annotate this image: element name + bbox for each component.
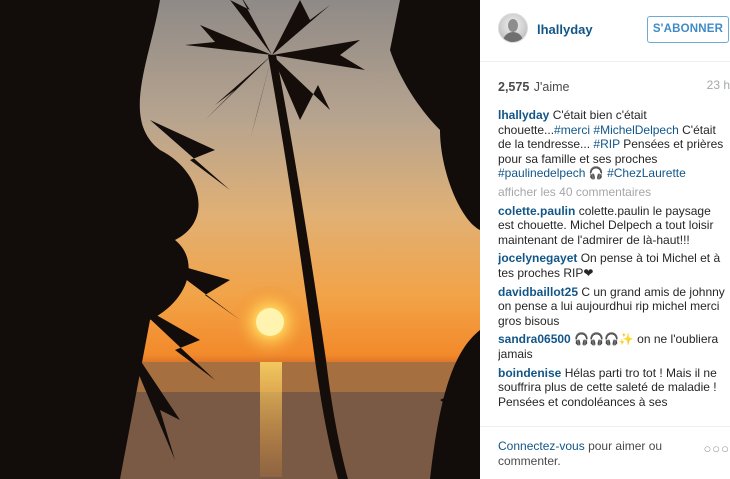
post-side-panel: lhallyday S'ABONNER 2,575 J'aime 23 h lh… [480,0,730,479]
comment-username[interactable]: colette.paulin [498,204,575,218]
hashtag-link[interactable]: #ChezLaurette [607,166,686,180]
hashtag-link[interactable]: #paulinedelpech [498,166,585,180]
comment-item: sandra06500 🎧🎧🎧✨ on ne l'oubliera jamais [498,332,730,361]
comment-item: colette.paulin colette.paulin le paysage… [498,204,730,248]
comment-username[interactable]: boindenise [498,366,561,380]
post-time[interactable]: 23 h [707,78,730,92]
caption-username[interactable]: lhallyday [498,108,549,122]
show-more-comments-link[interactable]: afficher les 40 commentaires [498,185,730,200]
post-photo [0,0,480,479]
likes-label: J'aime [533,80,570,94]
comment-username[interactable]: sandra06500 [498,332,571,346]
comment-item: boindenise Hélas parti tro tot ! Mais il… [498,366,730,410]
hashtag-link[interactable]: #merci [554,123,590,137]
comments-list: lhallyday C'était bien c'était chouette.… [498,108,730,426]
likes-row: 2,575 J'aime 23 h [498,78,730,94]
post-header: lhallyday S'ABONNER [480,0,730,62]
ellipsis-icon[interactable]: ○○○ [703,441,730,456]
caption: lhallyday C'était bien c'était chouette.… [498,108,730,181]
follow-button[interactable]: S'ABONNER [647,16,729,43]
comment-item: davidbaillot25 C un grand amis de johnny… [498,285,730,329]
comment-username[interactable]: davidbaillot25 [498,285,578,299]
login-link[interactable]: Connectez-vous [498,439,585,453]
likes-count: 2,575 [498,80,530,94]
avatar[interactable] [498,13,528,43]
comment-username[interactable]: jocelynegayet [498,251,577,265]
post-username[interactable]: lhallyday [537,22,593,37]
hashtag-link[interactable]: #RIP [593,137,619,151]
login-prompt: Connectez-vous pour aimer ou commenter. [498,439,698,469]
comment-item: jocelynegayet On pense à toi Michel et à… [498,251,730,280]
headphones-emoji: 🎧 [588,166,604,181]
hashtag-link[interactable]: #MichelDelpech [593,123,678,137]
post-footer: Connectez-vous pour aimer ou commenter. … [480,426,730,479]
